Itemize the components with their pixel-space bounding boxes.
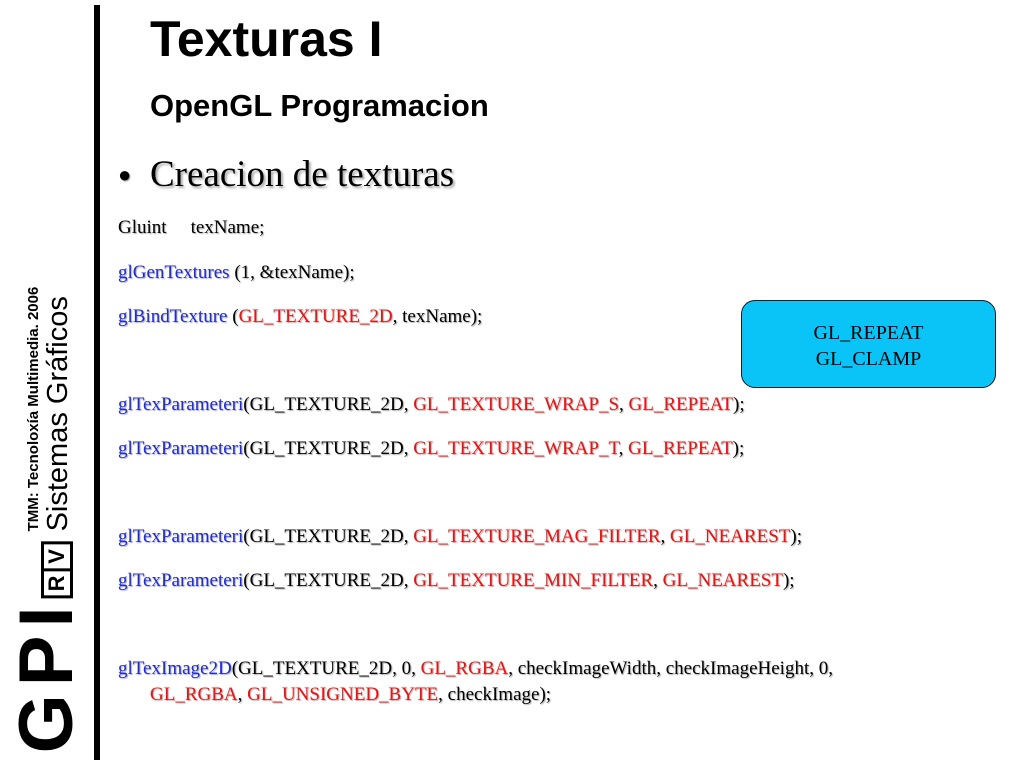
code-args: (GL_TEXTURE_2D,	[243, 570, 414, 591]
code-line-2: glGenTextures (1, &texName);	[118, 260, 355, 286]
code-constant: GL_TEXTURE_MIN_FILTER	[413, 570, 654, 591]
code-constant: GL_TEXTURE_MAG_FILTER	[413, 526, 661, 547]
code-function: glTexParameteri	[118, 438, 244, 459]
code-constant: GL_RGBA	[150, 684, 238, 705]
code-constant: GL_UNSIGNED_BYTE	[247, 684, 439, 705]
code-separator: ,	[618, 438, 629, 459]
course-name: Sistemas Gráficos	[42, 296, 74, 532]
code-line-4: glTexParameteri(GL_TEXTURE_2D, GL_TEXTUR…	[118, 392, 745, 418]
side-text: TMM: Tecnoloxía Multimedia. 2006 Sistema…	[25, 286, 74, 532]
code-constant: GL_REPEAT	[628, 394, 734, 415]
callout-line-repeat: GL_REPEAT	[813, 322, 924, 344]
code-args: (GL_TEXTURE_2D,	[243, 394, 414, 415]
code-separator: ,	[619, 394, 629, 415]
code-end: , checkImage);	[438, 684, 552, 705]
code-constant: GL_TEXTURE_WRAP_S	[413, 394, 620, 415]
code-args: (1, &texName);	[229, 262, 355, 283]
code-args: , checkImageWidth, checkImageHeight, 0,	[508, 658, 833, 679]
code-constant: GL_TEXTURE_WRAP_T	[413, 438, 619, 459]
tmm-caption: TMM: Tecnoloxía Multimedia. 2006	[25, 286, 42, 532]
code-constant: GL_RGBA	[420, 658, 509, 679]
code-line-7: glTexParameteri(GL_TEXTURE_2D, GL_TEXTUR…	[118, 568, 795, 594]
code-line-1: Gluint texName;	[118, 215, 264, 241]
code-args: (GL_TEXTURE_2D,	[243, 526, 414, 547]
code-var: texName;	[190, 217, 265, 238]
slide-subtitle: OpenGL Programacion	[150, 88, 489, 123]
code-line-3: glBindTexture (GL_TEXTURE_2D, texName);	[118, 304, 482, 330]
code-separator: ,	[660, 526, 671, 547]
code-separator: ,	[237, 684, 248, 705]
code-line-6: glTexParameteri(GL_TEXTURE_2D, GL_TEXTUR…	[118, 524, 802, 550]
code-function: glTexParameteri	[118, 394, 244, 415]
code-args: (GL_TEXTURE_2D,	[243, 438, 414, 459]
code-constant: GL_NEAREST	[670, 526, 791, 547]
bullet-text: Creacion de texturas	[150, 154, 455, 195]
rv-logo: R V	[41, 541, 73, 599]
vertical-divider	[94, 5, 100, 760]
rv-logo-v: V	[44, 544, 70, 572]
callout-line-clamp: GL_CLAMP	[815, 348, 922, 370]
side-branding-rotated: GPI R V TMM: Tecnoloxía Multimedia. 2006…	[4, 286, 89, 754]
bullet-dot-icon: ●	[118, 162, 132, 187]
wrap-mode-callout: GL_REPEAT GL_CLAMP	[741, 300, 996, 388]
code-function: glTexParameteri	[118, 570, 244, 591]
code-separator: ,	[653, 570, 663, 591]
slide-title: Texturas I	[150, 11, 383, 67]
code-args: (	[227, 306, 239, 327]
gpi-logo: GPI	[4, 598, 89, 754]
code-function: glTexImage2D	[118, 658, 232, 679]
code-constant: GL_REPEAT	[628, 438, 733, 459]
code-function: glTexParameteri	[118, 526, 244, 547]
code-line-5: glTexParameteri(GL_TEXTURE_2D, GL_TEXTUR…	[118, 436, 744, 462]
side-branding: GPI R V TMM: Tecnoloxía Multimedia. 2006…	[0, 0, 94, 768]
code-end: );	[733, 394, 745, 415]
code-end: );	[782, 570, 795, 591]
code-type: Gluint	[118, 217, 167, 238]
rv-logo-r: R	[44, 575, 69, 592]
code-args: , texName);	[392, 306, 483, 327]
code-constant: GL_NEAREST	[662, 570, 783, 591]
code-args: (GL_TEXTURE_2D, 0,	[231, 658, 421, 679]
code-constant: GL_TEXTURE_2D	[238, 306, 393, 327]
code-end: );	[790, 526, 802, 547]
code-line-8: glTexImage2D(GL_TEXTURE_2D, 0, GL_RGBA, …	[118, 656, 833, 682]
bullet-item: ● Creacion de texturas	[118, 152, 454, 198]
code-end: );	[732, 438, 745, 459]
code-function: glGenTextures	[118, 262, 230, 283]
code-function: glBindTexture	[118, 306, 228, 327]
code-line-9: GL_RGBA, GL_UNSIGNED_BYTE, checkImage);	[150, 682, 551, 708]
